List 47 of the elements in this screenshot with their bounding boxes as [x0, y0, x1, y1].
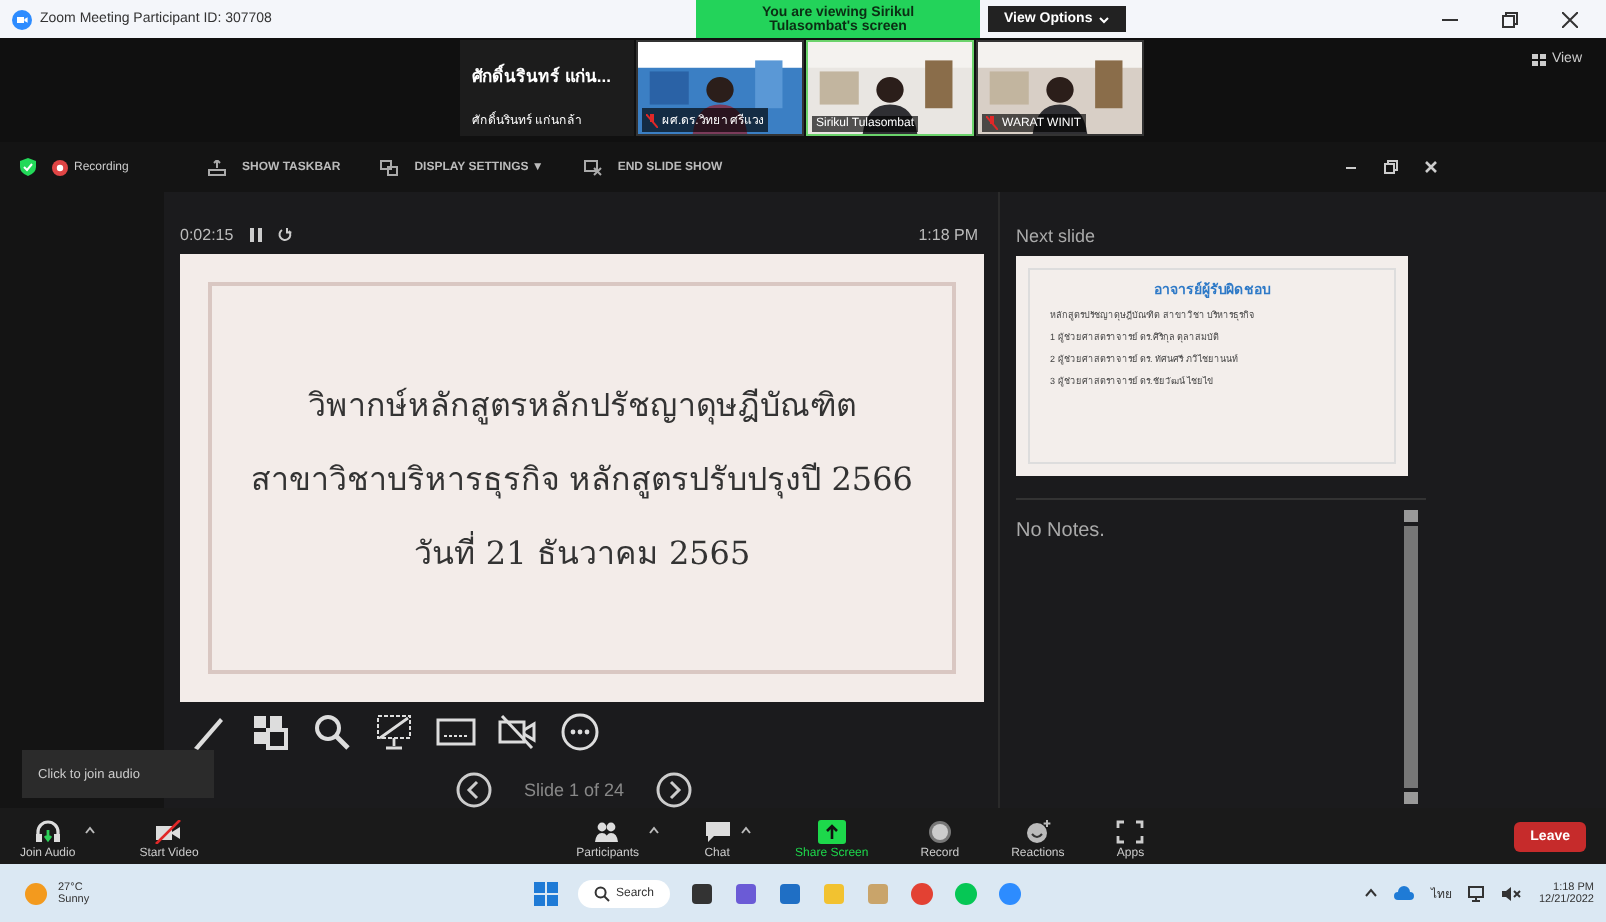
slide-text: วิพากษ์หลักสูตรหลักปรัชญาดุษฎีบัณฑิต: [308, 383, 856, 429]
caret-icon[interactable]: [739, 826, 752, 834]
caret-icon: [1098, 15, 1111, 23]
caret-icon[interactable]: [83, 826, 96, 834]
end-show-icon: [583, 159, 602, 175]
reset-icon[interactable]: [277, 228, 292, 242]
display-settings-icon: [380, 159, 399, 175]
scrollbar[interactable]: [1404, 510, 1418, 804]
pause-icon[interactable]: [249, 228, 262, 242]
cloud-icon[interactable]: [1394, 886, 1415, 900]
elapsed-timer: 0:02:15: [180, 226, 234, 244]
record-icon: [925, 820, 954, 844]
notes-text: No Notes.: [1016, 518, 1107, 546]
pen-icon[interactable]: [188, 712, 228, 752]
grid-icon: [1531, 53, 1546, 65]
chevron-up-icon[interactable]: [1364, 888, 1379, 898]
participant-name: ศักดิ์นรินทร์ แก่น...: [472, 62, 613, 90]
smiley-icon: [1023, 820, 1052, 844]
taskbar-app-icon[interactable]: [690, 881, 715, 905]
magnifier-icon[interactable]: [312, 712, 352, 752]
slide-text: วันที่ 21 ธันวาคม 2565: [413, 529, 751, 575]
shield-icon: [20, 158, 36, 176]
speaker-muted-icon[interactable]: [1502, 885, 1523, 901]
screen-icon[interactable]: [374, 712, 414, 752]
search-icon: [594, 885, 610, 901]
chat-bubble-icon: [703, 820, 732, 844]
zoom-logo-icon: [12, 9, 32, 29]
camera-off-icon: [154, 820, 183, 844]
more-icon[interactable]: [560, 712, 600, 752]
display-icon[interactable]: [1468, 885, 1487, 901]
sun-icon: [24, 881, 48, 905]
close-icon[interactable]: [1562, 11, 1578, 27]
slide-text: สาขาวิชาบริหารธุรกิจ หลักสูตรปรับปรุงปี 2566: [251, 457, 913, 503]
next-slide-icon[interactable]: [656, 772, 693, 808]
slide-counter: Slide 1 of 24: [524, 780, 625, 800]
people-icon: [593, 820, 622, 844]
windows-start-icon[interactable]: [534, 881, 558, 905]
clock-time: 1:18 PM: [918, 226, 978, 244]
taskbar-icon: [208, 159, 226, 175]
apps-icon: [1116, 820, 1145, 844]
headphones-icon: [33, 820, 62, 844]
slides-grid-icon[interactable]: [250, 712, 290, 752]
next-slide-label: Next slide: [1016, 224, 1098, 250]
caret-icon[interactable]: [647, 826, 660, 834]
restore-icon[interactable]: [1502, 11, 1518, 27]
camera-off-icon[interactable]: [498, 712, 538, 752]
previous-slide-icon[interactable]: [456, 772, 492, 808]
